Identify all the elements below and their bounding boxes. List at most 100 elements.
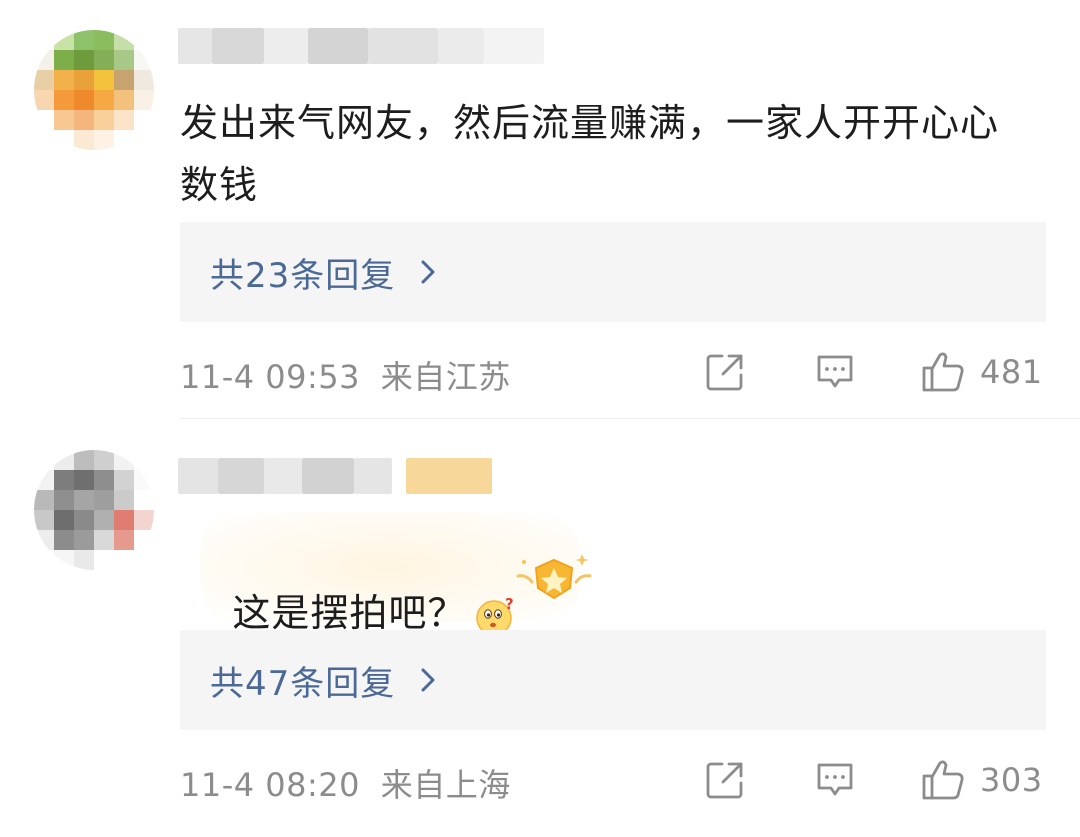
avatar-pixel — [34, 110, 54, 130]
avatar-pixel — [54, 510, 74, 530]
avatar-pixel — [74, 30, 94, 50]
avatar-pixel — [34, 450, 54, 470]
avatar-pixel — [134, 90, 154, 110]
avatar-pixel — [134, 550, 154, 570]
avatar-pixel — [114, 530, 134, 550]
avatar-pixel — [94, 90, 114, 110]
avatar-pixel — [134, 70, 154, 90]
avatar-pixel — [74, 70, 94, 90]
thumbs-up-icon — [922, 352, 964, 392]
avatar-pixel — [74, 550, 94, 570]
comment-item: 发出来气网友，然后流量赚满，一家人开开心心数钱 共23条回复 11-4 09:5… — [0, 0, 1080, 420]
comment-meta: 11-4 08:20 来自上海 — [180, 760, 511, 806]
avatar-pixel — [74, 130, 94, 150]
avatar-pixel — [134, 530, 154, 550]
avatar-pixel — [114, 50, 134, 70]
avatar[interactable] — [34, 450, 154, 570]
avatar-pixel — [54, 90, 74, 110]
thumbs-up-icon — [922, 760, 964, 800]
avatar-pixel — [94, 450, 114, 470]
avatar-pixel — [94, 50, 114, 70]
avatar-pixel — [74, 110, 94, 130]
avatar-pixel — [54, 110, 74, 130]
avatar-pixel — [34, 490, 54, 510]
view-replies-button[interactable]: 共23条回复 — [180, 222, 1046, 322]
avatar-pixel — [54, 530, 74, 550]
username-blur-block — [308, 28, 368, 64]
avatar-pixel — [34, 470, 54, 490]
comment-button[interactable] — [814, 752, 856, 808]
avatar-pixel — [74, 530, 94, 550]
username-blur-block — [484, 28, 544, 64]
comment-button[interactable] — [814, 344, 856, 400]
star-badge-icon — [516, 554, 592, 600]
like-button[interactable]: 481 — [920, 344, 1043, 400]
username-blur-block — [368, 28, 438, 64]
avatar[interactable] — [34, 30, 154, 150]
comment-icon — [817, 355, 853, 388]
avatar-pixel — [94, 550, 114, 570]
avatar-pixel — [114, 510, 134, 530]
avatar-pixel — [54, 30, 74, 50]
username-blurred[interactable] — [178, 28, 544, 64]
avatar-mosaic — [34, 450, 154, 570]
avatar-pixel — [114, 130, 134, 150]
avatar-pixel — [74, 450, 94, 470]
avatar-pixel — [74, 90, 94, 110]
avatar-pixel — [114, 470, 134, 490]
share-button[interactable] — [704, 752, 746, 808]
avatar-pixel — [34, 130, 54, 150]
location: 来自上海 — [380, 766, 511, 804]
avatar-pixel — [134, 130, 154, 150]
avatar-pixel — [34, 70, 54, 90]
avatar-pixel — [114, 70, 134, 90]
avatar-pixel — [34, 550, 54, 570]
avatar-pixel — [34, 530, 54, 550]
avatar-pixel — [54, 50, 74, 70]
avatar-pixel — [94, 110, 114, 130]
location: 来自江苏 — [380, 358, 511, 396]
avatar-pixel — [54, 490, 74, 510]
avatar-pixel — [114, 30, 134, 50]
avatar-pixel — [114, 90, 134, 110]
avatar-pixel — [134, 110, 154, 130]
avatar-pixel — [134, 490, 154, 510]
avatar-pixel — [94, 30, 114, 50]
avatar-pixel — [94, 130, 114, 150]
avatar-pixel — [114, 550, 134, 570]
view-replies-button[interactable]: 共47条回复 — [180, 630, 1046, 730]
avatar-pixel — [34, 50, 54, 70]
avatar-pixel — [134, 470, 154, 490]
avatar-pixel — [54, 450, 74, 470]
avatar-pixel — [54, 550, 74, 570]
share-icon — [706, 762, 743, 799]
like-button[interactable]: 303 — [920, 752, 1043, 808]
avatar-pixel — [94, 490, 114, 510]
avatar-pixel — [114, 450, 134, 470]
avatar-pixel — [54, 130, 74, 150]
username-blur-block — [264, 28, 308, 64]
share-icon — [706, 354, 743, 391]
timestamp: 11-4 09:53 — [180, 358, 361, 396]
avatar-pixel — [34, 510, 54, 530]
comment-item: 这是摆拍吧？ ? 共47条回复 11-4 08:20 来自上海 303 — [0, 420, 1080, 837]
avatar-pixel — [134, 450, 154, 470]
comment-icon — [817, 763, 853, 796]
divider — [180, 418, 1080, 419]
share-button[interactable] — [704, 344, 746, 400]
chevron-right-icon — [421, 260, 435, 284]
username-blur-block — [438, 28, 484, 64]
avatar-pixel — [134, 30, 154, 50]
avatar-pixel — [54, 470, 74, 490]
avatar-pixel — [114, 490, 134, 510]
avatar-pixel — [94, 70, 114, 90]
avatar-pixel — [114, 110, 134, 130]
comment-actions: 481 — [700, 344, 1046, 400]
username-blurred[interactable] — [178, 458, 492, 494]
avatar-pixel — [74, 490, 94, 510]
avatar-pixel — [74, 510, 94, 530]
avatar-pixel — [54, 70, 74, 90]
avatar-pixel — [134, 510, 154, 530]
username-blur-block — [178, 28, 212, 64]
avatar-pixel — [134, 50, 154, 70]
